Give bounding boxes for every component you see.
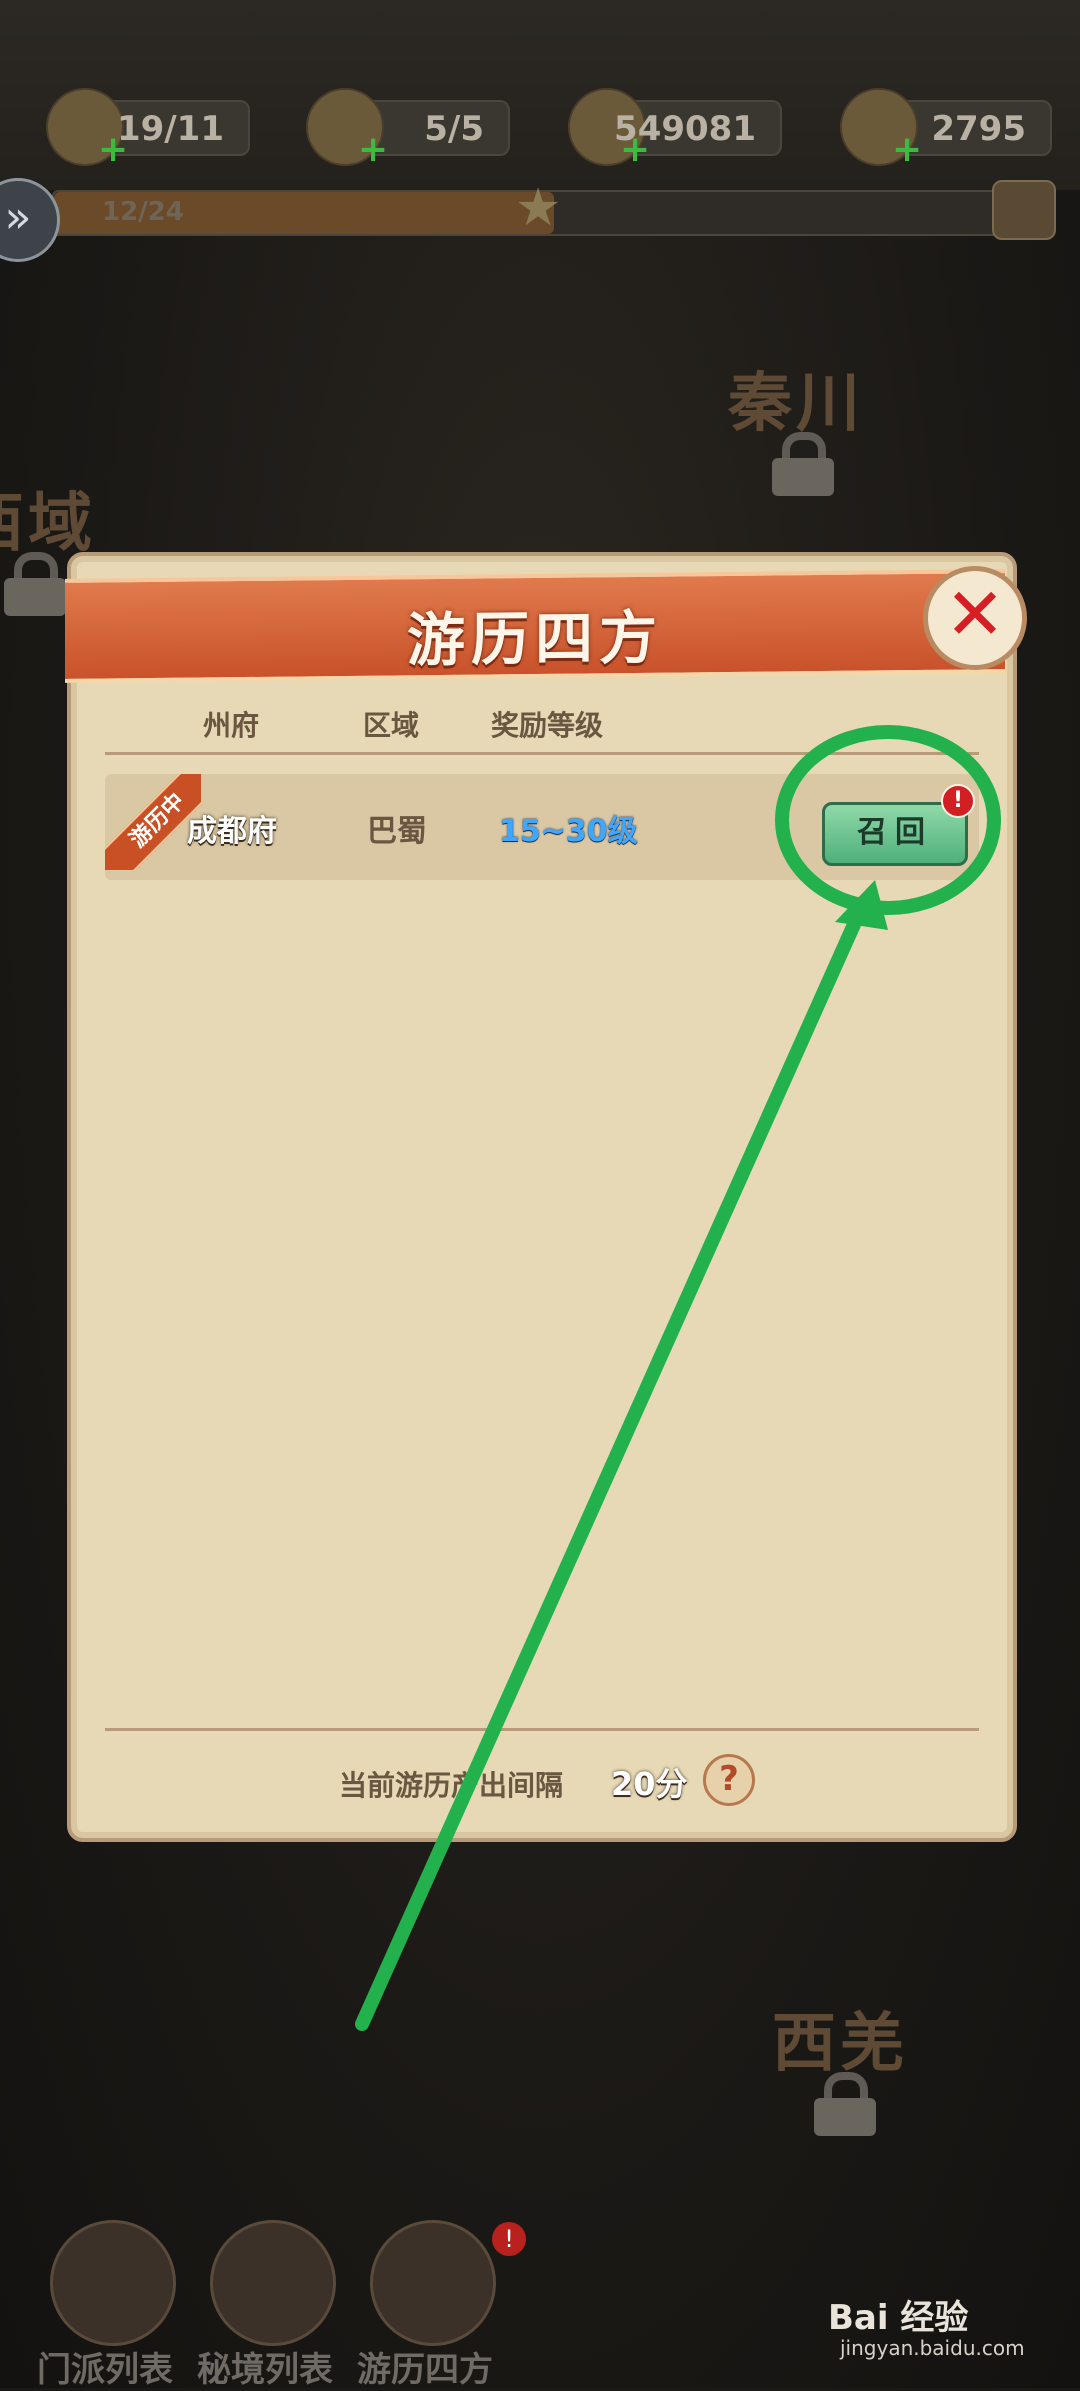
header-divider bbox=[105, 752, 979, 755]
close-icon: ✕ bbox=[944, 572, 1006, 656]
add-gold-icon[interactable]: + bbox=[892, 132, 922, 168]
footer-interval-value: 20分 bbox=[611, 1765, 688, 1803]
row-city: 成都府 bbox=[187, 814, 277, 849]
alert-badge: ! bbox=[941, 784, 975, 818]
lock-icon bbox=[772, 432, 834, 496]
scroll-value: 5/5 bbox=[424, 109, 484, 149]
resource-energy[interactable]: + 19/11 bbox=[46, 88, 250, 168]
travel-dialog: 游历四方 ✕ 州府 区域 奖励等级 游历中 成都府 巴蜀 15~30级 召回 !… bbox=[65, 552, 1027, 1842]
lock-icon bbox=[814, 2072, 876, 2136]
gold-value: 2795 bbox=[931, 109, 1026, 149]
top-resource-bar: + 19/11 + 5/5 + 549081 + 2795 bbox=[0, 0, 1080, 190]
footer-divider bbox=[105, 1728, 979, 1731]
star-icon: ★ bbox=[514, 178, 562, 238]
add-scroll-icon[interactable]: + bbox=[358, 132, 388, 168]
column-header-zhoufu: 州府 bbox=[203, 709, 260, 742]
nav-travel[interactable]: ! 游历四方 bbox=[320, 2220, 530, 2390]
resource-gold[interactable]: + 2795 bbox=[840, 88, 1052, 168]
row-region: 巴蜀 bbox=[367, 814, 427, 849]
nav-label: 游历四方 bbox=[357, 2350, 493, 2390]
map-region-xiyu[interactable]: 西域 bbox=[0, 472, 96, 564]
treasure-chest-icon[interactable] bbox=[992, 180, 1056, 240]
resource-coin[interactable]: + 549081 bbox=[568, 88, 782, 168]
sect-icon bbox=[50, 2220, 176, 2346]
map-region-qinchuan[interactable]: 秦川 bbox=[728, 352, 864, 444]
baidu-watermark: Bai 经验 bbox=[828, 2298, 969, 2338]
dialog-header: 游历四方 bbox=[65, 569, 1005, 683]
progress-text: 12/24 bbox=[102, 197, 184, 227]
map-region-xiqiang[interactable]: 西羌 bbox=[772, 1992, 908, 2084]
nav-alert-badge: ! bbox=[492, 2222, 526, 2256]
footer-interval-label: 当前游历产出间隔 bbox=[339, 1769, 564, 1802]
baidu-watermark-url: jingyan.baidu.com bbox=[840, 2336, 1025, 2360]
resource-scroll[interactable]: + 5/5 bbox=[306, 88, 510, 168]
row-level: 15~30级 bbox=[499, 814, 638, 849]
close-button[interactable]: ✕ bbox=[923, 566, 1027, 670]
column-header-quyu: 区域 bbox=[363, 709, 420, 742]
dialog-title: 游历四方 bbox=[406, 603, 663, 675]
coin-value: 549081 bbox=[614, 109, 756, 149]
table-row: 游历中 成都府 巴蜀 15~30级 召回 ! bbox=[105, 774, 979, 880]
help-icon[interactable]: ? bbox=[703, 1754, 755, 1806]
lock-icon bbox=[4, 552, 66, 616]
energy-value: 19/11 bbox=[116, 109, 224, 149]
column-header-level: 奖励等级 bbox=[491, 709, 604, 742]
realm-icon bbox=[210, 2220, 336, 2346]
travel-bag-icon bbox=[370, 2220, 496, 2346]
